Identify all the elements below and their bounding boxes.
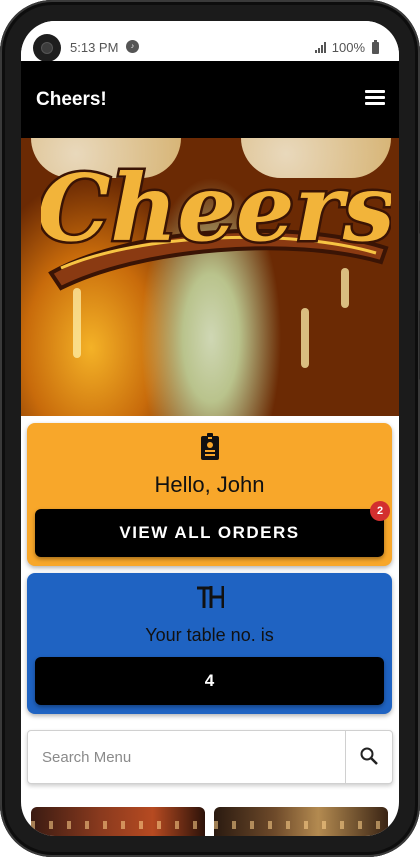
hamburger-menu-icon[interactable] [365, 90, 385, 106]
menu-item-thumbnail[interactable] [214, 807, 388, 836]
view-all-orders-button[interactable]: VIEW ALL ORDERS 2 [35, 501, 390, 557]
cheers-logo: Cheers [41, 152, 391, 291]
hero-banner: Cheers [21, 138, 399, 416]
menu-item-thumbnail[interactable] [31, 807, 205, 836]
status-time: 5:13 PM [70, 40, 119, 55]
phone-frame: 5:13 PM ♪ 100% Cheers! Cheers Hello, Joh… [0, 0, 420, 857]
front-camera [33, 34, 61, 62]
search-button[interactable] [345, 731, 392, 783]
glass-highlight [301, 308, 309, 368]
table-number-button[interactable]: 4 [35, 657, 384, 705]
glass-highlight [73, 288, 81, 358]
table-label: Your table no. is [145, 625, 274, 645]
signal-icon [314, 42, 326, 53]
battery-icon [372, 39, 379, 54]
search-input[interactable] [28, 731, 346, 783]
status-right: 100% [314, 39, 379, 55]
greeting-text: Hello, John [154, 472, 265, 497]
status-bar: 5:13 PM ♪ 100% [21, 21, 399, 62]
view-all-orders-label: VIEW ALL ORDERS [119, 523, 300, 542]
app-title: Cheers! [36, 89, 107, 110]
id-badge-icon [200, 433, 219, 460]
table-icon [196, 586, 224, 608]
screen: 5:13 PM ♪ 100% Cheers! Cheers Hello, Joh… [21, 21, 399, 836]
search-bar [27, 730, 393, 784]
search-icon [360, 747, 378, 765]
user-card: Hello, John VIEW ALL ORDERS 2 [27, 423, 392, 566]
table-number: 4 [204, 671, 215, 690]
table-card: Your table no. is 4 [27, 573, 392, 714]
spotify-icon: ♪ [126, 40, 139, 53]
battery-percent: 100% [331, 40, 365, 55]
app-bar: Cheers! [21, 61, 399, 138]
logo-text: Cheers [41, 154, 391, 262]
orders-count-badge: 2 [370, 501, 390, 521]
